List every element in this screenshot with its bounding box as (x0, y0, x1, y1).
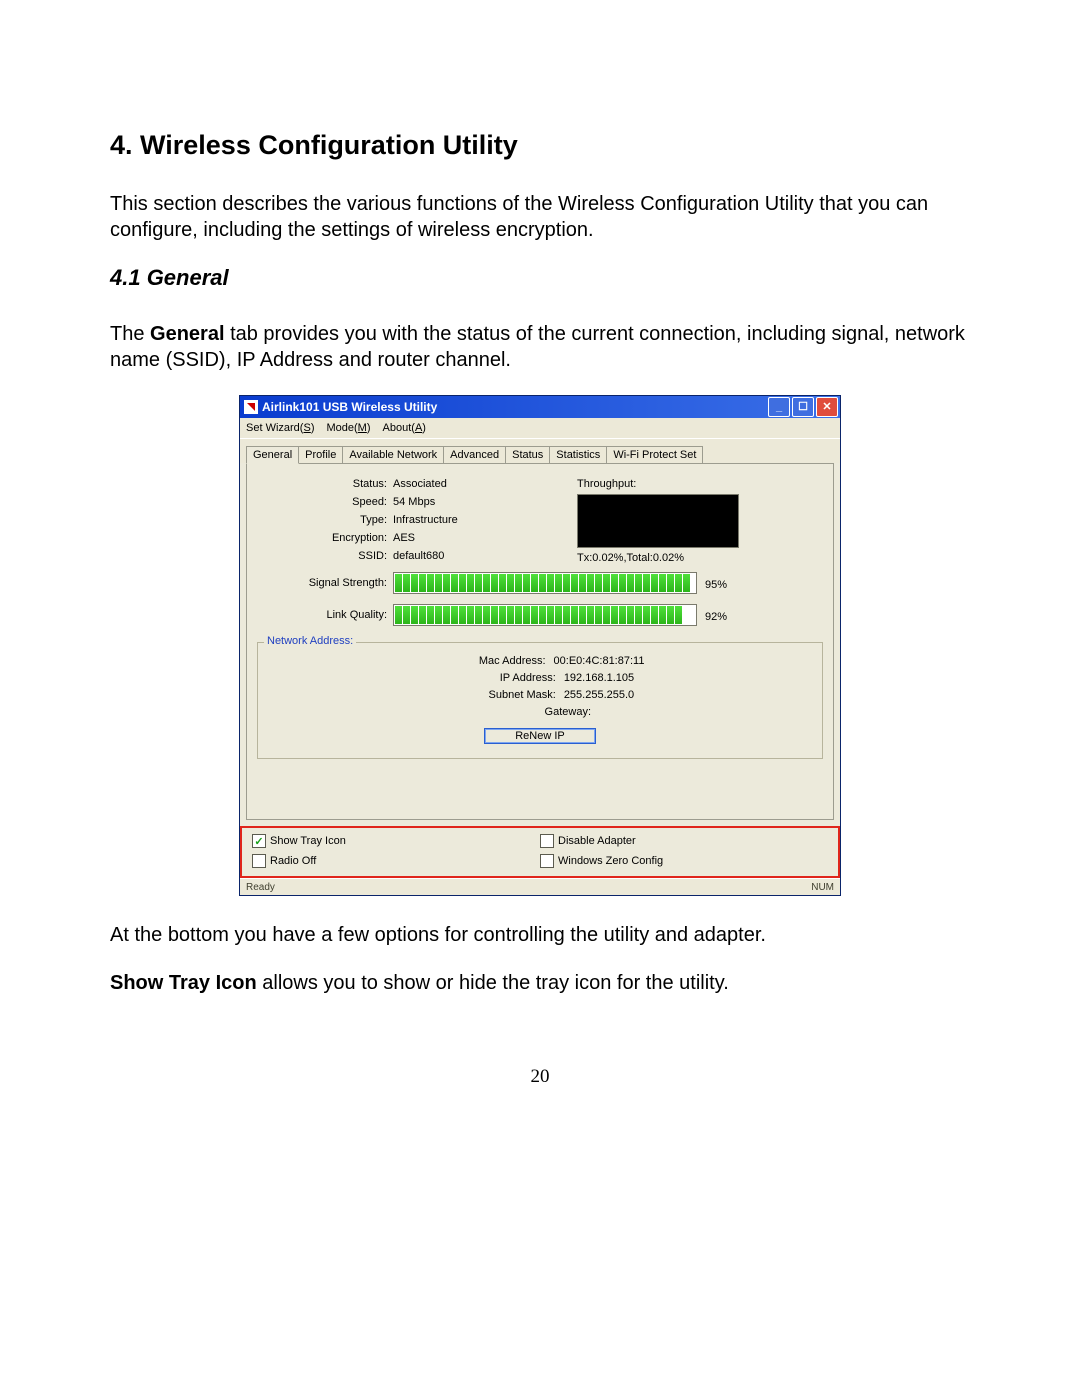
general-desc: The General tab provides you with the st… (110, 321, 970, 373)
tab-panel-general: Status:Associated Speed:54 Mbps Type:Inf… (246, 463, 834, 820)
close-icon: ✕ (822, 402, 831, 413)
menu-set-wizard[interactable]: Set Wizard(S) (246, 422, 314, 434)
tab-available-network[interactable]: Available Network (342, 446, 444, 464)
disable-adapter-checkbox[interactable]: Disable Adapter (540, 834, 828, 848)
mask-value: 255.255.255.0 (564, 689, 634, 701)
windows-zero-config-checkbox[interactable]: Windows Zero Config (540, 854, 828, 868)
menubar: Set Wizard(S) Mode(M) About(A) (240, 418, 840, 439)
maximize-button[interactable]: ☐ (792, 397, 814, 417)
show-tray-bold: Show Tray Icon (110, 972, 257, 994)
tab-statistics[interactable]: Statistics (549, 446, 607, 464)
radio-off-checkbox[interactable]: Radio Off (252, 854, 540, 868)
subsection-heading: 4.1 General (110, 265, 970, 291)
section-heading: 4. Wireless Configuration Utility (110, 130, 970, 161)
bottom-options: ✓ Show Tray Icon Disable Adapter Radio O… (240, 826, 840, 878)
minimize-icon: _ (776, 402, 782, 413)
windows-zero-config-label: Windows Zero Config (558, 855, 663, 867)
status-value: Associated (393, 478, 447, 490)
tab-profile[interactable]: Profile (298, 446, 343, 464)
menu-mode[interactable]: Mode(M) (326, 422, 370, 434)
mac-value: 00:E0:4C:81:87:11 (554, 655, 645, 667)
type-value: Infrastructure (393, 514, 458, 526)
throughput-label: Throughput: (577, 478, 739, 490)
tab-general[interactable]: General (246, 446, 299, 464)
app-icon (244, 400, 258, 414)
minimize-button[interactable]: _ (768, 397, 790, 417)
window-title: Airlink101 USB Wireless Utility (262, 400, 768, 414)
desc-bold: General (150, 323, 224, 345)
show-tray-icon-checkbox[interactable]: ✓ Show Tray Icon (252, 834, 540, 848)
tab-wifi-protect-set[interactable]: Wi-Fi Protect Set (606, 446, 703, 464)
ssid-label: SSID: (257, 550, 393, 562)
signal-strength-label: Signal Strength: (257, 577, 393, 589)
mask-label: Subnet Mask: (446, 689, 564, 701)
checkbox-checked-icon: ✓ (252, 834, 266, 848)
tab-advanced[interactable]: Advanced (443, 446, 506, 464)
tabs: General Profile Available Network Advanc… (240, 439, 840, 463)
checkbox-unchecked-icon (540, 854, 554, 868)
tab-status[interactable]: Status (505, 446, 550, 464)
encryption-label: Encryption: (257, 532, 393, 544)
status-ready: Ready (246, 882, 275, 893)
type-label: Type: (257, 514, 393, 526)
page-number: 20 (110, 1066, 970, 1088)
ssid-value: default680 (393, 550, 444, 562)
utility-window: Airlink101 USB Wireless Utility _ ☐ ✕ Se… (239, 395, 841, 896)
link-quality-label: Link Quality: (257, 609, 393, 621)
ip-label: IP Address: (446, 672, 564, 684)
renew-ip-button[interactable]: ReNew IP (484, 728, 596, 744)
desc-suffix: tab provides you with the status of the … (110, 323, 965, 371)
show-tray-icon-label: Show Tray Icon (270, 835, 346, 847)
encryption-value: AES (393, 532, 415, 544)
menu-about[interactable]: About(A) (383, 422, 426, 434)
link-quality-bar (393, 604, 697, 626)
signal-strength-pct: 95% (705, 575, 727, 591)
speed-label: Speed: (257, 496, 393, 508)
gateway-label: Gateway: (481, 706, 599, 718)
speed-value: 54 Mbps (393, 496, 435, 508)
status-label: Status: (257, 478, 393, 490)
after-text-1: At the bottom you have a few options for… (110, 922, 970, 948)
network-address-legend: Network Address: (264, 635, 356, 647)
show-tray-rest: allows you to show or hide the tray icon… (257, 972, 729, 994)
mac-label: Mac Address: (436, 655, 554, 667)
titlebar: Airlink101 USB Wireless Utility _ ☐ ✕ (240, 396, 840, 418)
intro-text: This section describes the various funct… (110, 191, 970, 243)
radio-off-label: Radio Off (270, 855, 316, 867)
status-num: NUM (811, 882, 834, 893)
network-address-group: Network Address: Mac Address:00:E0:4C:81… (257, 642, 823, 759)
throughput-text: Tx:0.02%,Total:0.02% (577, 552, 739, 564)
statusbar: Ready NUM (240, 878, 840, 895)
disable-adapter-label: Disable Adapter (558, 835, 636, 847)
after-text-2: Show Tray Icon allows you to show or hid… (110, 970, 970, 996)
link-quality-pct: 92% (705, 607, 727, 623)
ip-value: 192.168.1.105 (564, 672, 634, 684)
checkbox-unchecked-icon (252, 854, 266, 868)
throughput-graph (577, 494, 739, 548)
desc-prefix: The (110, 323, 150, 345)
checkbox-unchecked-icon (540, 834, 554, 848)
maximize-icon: ☐ (798, 402, 808, 413)
close-button[interactable]: ✕ (816, 397, 838, 417)
signal-strength-bar (393, 572, 697, 594)
